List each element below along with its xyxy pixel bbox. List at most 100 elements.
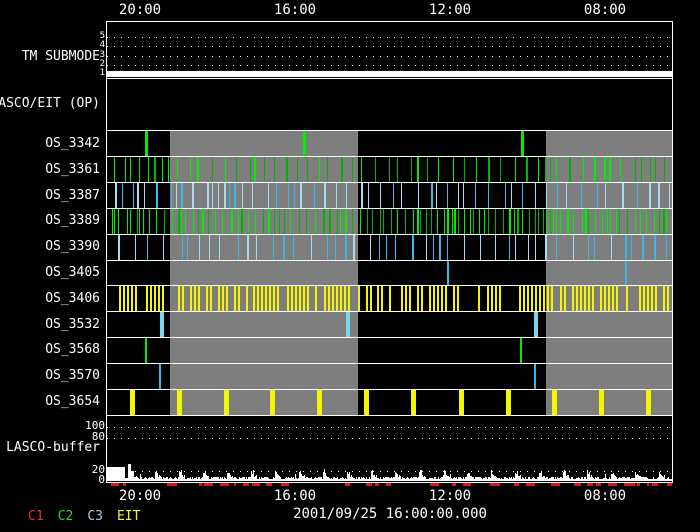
red-event-dash — [234, 483, 236, 486]
event-tick — [495, 234, 496, 260]
event-tick — [646, 208, 647, 234]
event-tick — [198, 208, 199, 234]
event-tick — [202, 208, 204, 234]
event-tick — [130, 208, 131, 234]
event-tick — [526, 156, 528, 182]
event-tick — [602, 208, 603, 234]
row-label-OS_3387: OS_3387 — [45, 188, 100, 203]
axis-tick — [256, 477, 257, 481]
event-tick — [511, 182, 512, 208]
event-tick — [224, 182, 226, 208]
event-tick — [145, 338, 147, 364]
event-tick — [500, 156, 501, 182]
tm-submode-label: TM SUBMODE — [21, 49, 100, 64]
event-tick — [663, 208, 665, 234]
bottom-time-label: 16:00 — [273, 488, 317, 504]
event-tick — [436, 182, 437, 208]
event-tick — [348, 286, 350, 312]
event-tick — [438, 156, 439, 182]
event-tick — [639, 286, 641, 312]
axis-tick — [140, 474, 141, 481]
event-tick — [340, 208, 341, 234]
event-tick — [306, 208, 307, 234]
red-event-dash — [624, 483, 635, 486]
buffer-ytick-label: 0 — [98, 473, 105, 486]
event-tick — [329, 208, 331, 234]
event-tick — [317, 390, 322, 415]
event-tick — [409, 286, 411, 312]
event-tick — [564, 286, 566, 312]
event-tick — [168, 156, 169, 182]
event-tick — [599, 390, 604, 415]
event-tick — [182, 286, 184, 312]
row-label-OS_3342: OS_3342 — [45, 136, 100, 151]
lasco-buffer-label: LASCO-buffer — [6, 440, 100, 455]
event-tick — [478, 286, 480, 312]
event-tick — [635, 208, 636, 234]
event-tick — [336, 286, 338, 312]
event-tick — [457, 286, 459, 312]
event-tick — [395, 234, 396, 260]
event-tick — [551, 286, 553, 312]
tm-submode-panel — [106, 21, 673, 79]
event-tick — [452, 208, 453, 234]
axis-tick — [411, 477, 412, 481]
os-row-OS_3405 — [107, 260, 672, 287]
event-tick — [622, 182, 624, 208]
event-tick — [655, 286, 657, 312]
event-tick — [241, 208, 243, 234]
event-tick — [647, 286, 649, 312]
event-tick — [324, 286, 326, 312]
event-tick — [556, 156, 557, 182]
red-event-dash — [463, 483, 471, 486]
bottom-time-label: 08:00 — [583, 488, 627, 504]
event-tick — [252, 182, 253, 208]
event-tick — [411, 156, 412, 182]
event-tick — [360, 208, 361, 234]
event-tick — [307, 286, 309, 312]
red-event-dash — [199, 483, 202, 486]
event-tick — [274, 156, 275, 182]
event-tick — [268, 182, 269, 208]
event-tick — [162, 156, 163, 182]
row-label-OS_3361: OS_3361 — [45, 162, 100, 177]
event-tick — [323, 208, 325, 234]
event-tick — [122, 182, 123, 208]
date-label: 2001/09/25 16:00:00.000 — [293, 506, 487, 522]
event-tick — [276, 182, 277, 208]
event-tick — [177, 156, 178, 182]
event-tick — [616, 208, 617, 234]
event-tick — [488, 182, 489, 208]
event-tick — [453, 156, 454, 182]
event-tick — [539, 286, 541, 312]
event-tick — [127, 208, 128, 234]
event-tick — [535, 208, 536, 234]
event-tick — [454, 208, 456, 234]
event-tick — [315, 208, 316, 234]
event-tick — [389, 286, 391, 312]
event-tick — [346, 182, 347, 208]
lasco-eit-op-panel — [106, 78, 673, 131]
event-tick — [421, 286, 423, 312]
red-event-dash — [366, 483, 372, 486]
top-time-label: 08:00 — [583, 2, 627, 18]
os-row-OS_3389 — [107, 208, 672, 235]
event-tick — [626, 286, 628, 312]
event-tick — [509, 208, 511, 234]
event-tick — [594, 234, 595, 260]
red-event-dash — [667, 483, 672, 486]
event-tick — [226, 286, 228, 312]
event-tick — [208, 208, 209, 234]
event-tick — [667, 286, 669, 312]
red-event-dash — [220, 483, 229, 486]
event-tick — [523, 286, 525, 312]
os-row-OS_3568 — [107, 338, 672, 365]
event-tick — [156, 182, 158, 208]
event-tick — [209, 234, 210, 260]
event-tick — [389, 156, 390, 182]
op-gray-block — [170, 338, 358, 364]
op-gray-block — [170, 131, 358, 156]
event-tick — [178, 286, 180, 312]
event-tick — [133, 182, 134, 208]
event-tick — [146, 286, 148, 312]
